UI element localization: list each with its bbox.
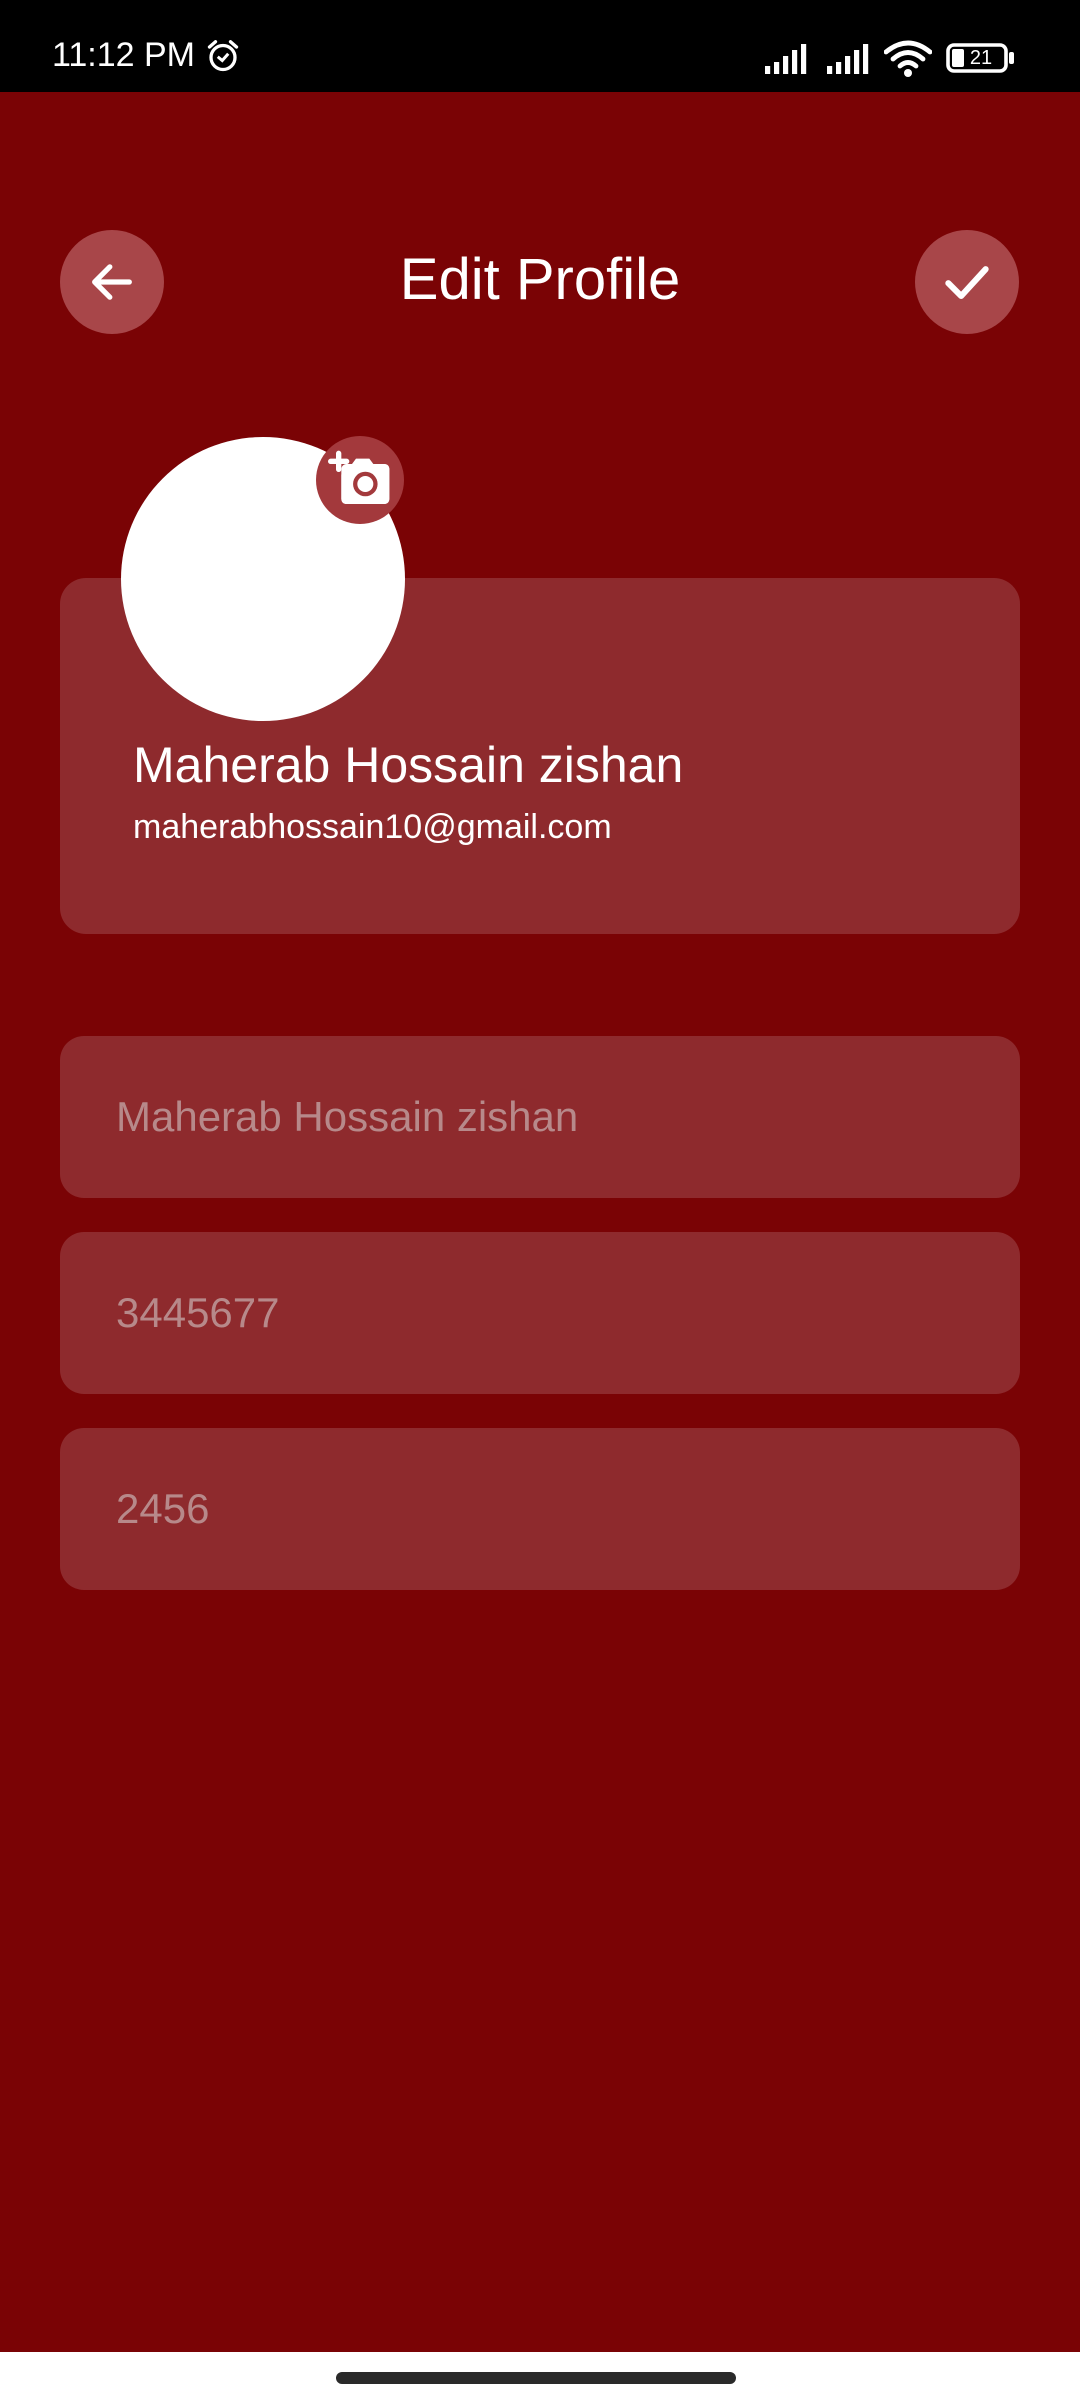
battery-level: 21 [969,47,993,69]
save-button[interactable] [915,230,1019,334]
name-input[interactable] [60,1036,1020,1198]
phone-input[interactable] [60,1232,1020,1394]
signal-icon [827,44,869,74]
status-bar: 11:12 PM 21 [0,0,1080,92]
add-photo-camera-icon [328,450,390,504]
signal-icon [765,44,807,74]
change-photo-button[interactable] [316,436,404,524]
phone-field-container [60,1232,1020,1394]
alarm-icon [207,40,239,72]
check-icon [945,266,989,300]
name-field-container [60,1036,1020,1198]
wifi-icon [884,40,932,77]
code-field-container [60,1428,1020,1590]
profile-email: maherabhossain10@gmail.com [133,808,612,846]
profile-name: Maherab Hossain zishan [133,737,684,793]
code-input[interactable] [60,1428,1020,1590]
status-time: 11:12 PM [52,36,196,74]
home-indicator[interactable] [336,2372,736,2384]
